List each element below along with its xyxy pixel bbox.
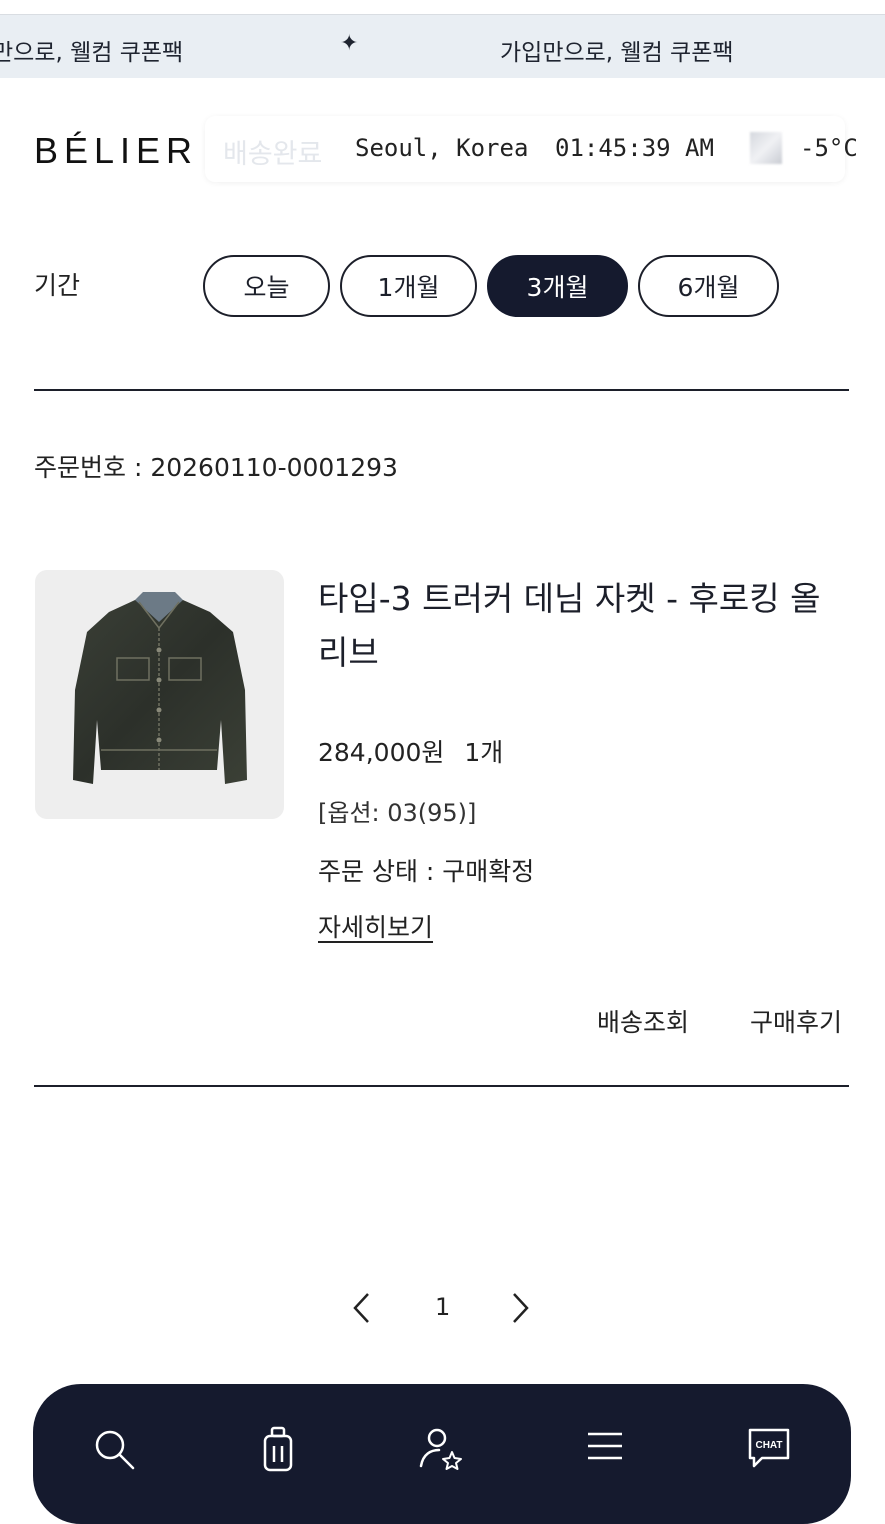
chevron-left-icon[interactable] bbox=[350, 1291, 374, 1329]
chat-icon[interactable]: CHAT bbox=[744, 1424, 794, 1474]
product-image[interactable] bbox=[35, 570, 284, 819]
faded-status-text: 배송완료 bbox=[223, 139, 323, 170]
period-today-button[interactable]: 오늘 bbox=[203, 255, 330, 317]
period-label: 기간 bbox=[34, 271, 81, 300]
period-3month-button[interactable]: 3개월 bbox=[487, 255, 628, 317]
divider bbox=[34, 1085, 849, 1087]
period-1month-button[interactable]: 1개월 bbox=[340, 255, 477, 317]
price-row: 284,000원 1개 bbox=[318, 733, 503, 769]
write-review-button[interactable]: 구매후기 bbox=[750, 1003, 842, 1039]
track-delivery-button[interactable]: 배송조회 bbox=[597, 1003, 689, 1039]
chevron-right-icon[interactable] bbox=[508, 1291, 532, 1329]
menu-icon[interactable] bbox=[580, 1424, 630, 1474]
sparkle-icon: ✦ bbox=[340, 31, 359, 56]
search-icon[interactable] bbox=[89, 1424, 139, 1474]
product-price: 284,000원 bbox=[318, 738, 445, 767]
product-name[interactable]: 타입-3 트러커 데님 자켓 - 후로킹 올리브 bbox=[318, 572, 838, 680]
pagination: 1 bbox=[0, 1283, 885, 1333]
site-header: BÉLIER 배송완료 Seoul, Korea 01:45:39 AM -5°… bbox=[0, 100, 885, 200]
weather-icon bbox=[750, 132, 782, 164]
page-number[interactable]: 1 bbox=[435, 1293, 450, 1321]
temperature-label: -5°C bbox=[800, 134, 858, 162]
promo-banner[interactable]: 만으로, 웰컴 쿠폰팩 ✦ 가입만으로, 웰컴 쿠폰팩 bbox=[0, 15, 885, 78]
bottom-navigation: CHAT bbox=[33, 1384, 851, 1524]
weather-widget: 배송완료 Seoul, Korea 01:45:39 AM -5°C bbox=[205, 116, 858, 182]
clock-label: 01:45:39 AM bbox=[555, 134, 714, 162]
divider bbox=[34, 389, 849, 391]
city-label: Seoul, Korea bbox=[355, 134, 529, 162]
top-border bbox=[0, 0, 885, 15]
brand-logo[interactable]: BÉLIER bbox=[34, 130, 198, 172]
denim-jacket-image bbox=[73, 592, 247, 784]
chat-label: CHAT bbox=[755, 1440, 782, 1451]
product-quantity: 1개 bbox=[464, 738, 504, 767]
view-details-link[interactable]: 자세히보기 bbox=[318, 908, 433, 944]
order-status: 주문 상태 : 구매확정 bbox=[318, 857, 535, 886]
banner-text: 가입만으로, 웰컴 쿠폰팩 bbox=[500, 40, 734, 66]
banner-text: 만으로, 웰컴 쿠폰팩 bbox=[0, 40, 184, 66]
user-star-icon[interactable] bbox=[417, 1424, 467, 1474]
shopping-bag-icon[interactable] bbox=[253, 1424, 303, 1474]
order-number: 주문번호 : 20260110-0001293 bbox=[34, 453, 398, 482]
period-6month-button[interactable]: 6개월 bbox=[638, 255, 779, 317]
product-option: [옵션: 03(95)] bbox=[318, 799, 477, 827]
